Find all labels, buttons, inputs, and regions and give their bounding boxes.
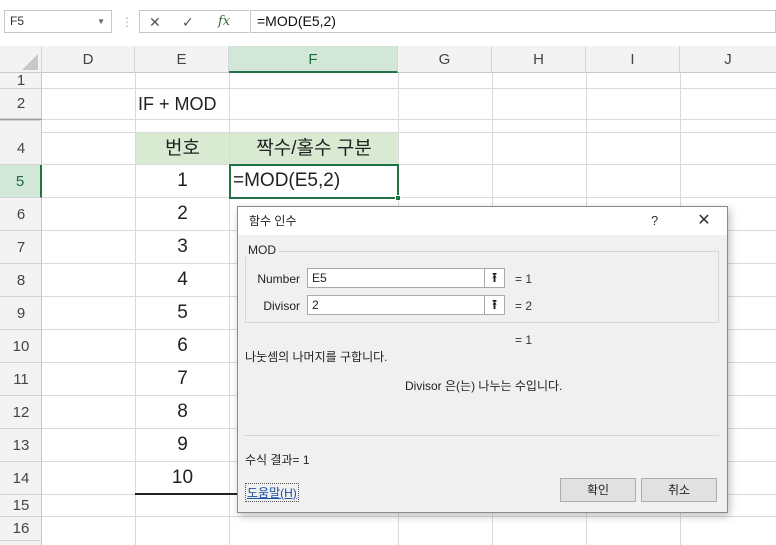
select-all-icon — [22, 54, 38, 70]
ok-button[interactable]: 확인 — [560, 478, 636, 502]
function-arguments-dialog: 함수 인수 ? ✕ MOD Number E5 ⭱ = 1 Divisor 2 … — [237, 206, 728, 513]
cell-e5[interactable]: 1 — [136, 165, 229, 197]
row-header-11[interactable]: 11 — [0, 363, 42, 396]
select-all-button[interactable] — [0, 46, 42, 73]
enter-icon[interactable]: ✓ — [182, 13, 194, 31]
number-label: Number — [257, 272, 300, 286]
collapse-dialog-icon[interactable]: ⭱ — [484, 268, 505, 288]
hidden-row-marker — [0, 119, 42, 121]
function-result-inline: = 1 — [515, 333, 533, 347]
row-header-1[interactable]: 1 — [0, 73, 42, 89]
dialog-title: 함수 인수 — [249, 214, 297, 228]
chevron-down-icon[interactable]: ▼ — [97, 11, 105, 32]
divisor-input[interactable]: 2 — [307, 295, 505, 315]
row-header-13[interactable]: 13 — [0, 429, 42, 462]
cancel-icon[interactable]: ✕ — [149, 13, 161, 31]
column-header-h[interactable]: H — [492, 46, 586, 73]
row-header-5[interactable]: 5 — [0, 165, 42, 198]
name-box[interactable]: F5 ▼ — [4, 10, 112, 33]
column-header-d[interactable]: D — [42, 46, 135, 73]
fill-handle[interactable] — [395, 195, 401, 201]
cell-f5-formula[interactable]: =MOD(E5,2) — [233, 165, 340, 197]
cell-e10[interactable]: 6 — [136, 330, 229, 362]
cell-e9[interactable]: 5 — [136, 297, 229, 329]
help-link[interactable]: 도움말(H) — [245, 483, 299, 502]
formula-input[interactable]: =MOD(E5,2) — [250, 10, 776, 33]
row-header-9[interactable]: 9 — [0, 297, 42, 330]
function-name-label: MOD — [245, 243, 279, 257]
cell-e11[interactable]: 7 — [136, 363, 229, 395]
cell-e14[interactable]: 10 — [136, 462, 229, 494]
formula-bar: F5 ▼ ⋮ ✕ ✓ fx =MOD(E5,2) — [0, 0, 776, 46]
column-header-i[interactable]: I — [586, 46, 680, 73]
dialog-titlebar[interactable]: 함수 인수 ? ✕ — [238, 207, 727, 235]
gridline — [42, 516, 776, 517]
cell-e4-header[interactable]: 번호 — [136, 133, 229, 164]
column-header-f[interactable]: F — [229, 46, 398, 73]
row-header-6[interactable]: 6 — [0, 198, 42, 231]
column-header-j[interactable]: J — [680, 46, 776, 73]
number-input[interactable]: E5 — [307, 268, 505, 288]
cell-e6[interactable]: 2 — [136, 198, 229, 230]
dialog-divider — [245, 435, 719, 436]
row-headers: 1 2 4 5 6 7 8 9 10 11 12 13 14 15 16 — [0, 73, 42, 545]
function-description: 나눗셈의 나머지를 구합니다. — [245, 350, 388, 364]
row-header-10[interactable]: 10 — [0, 330, 42, 363]
column-header-e[interactable]: E — [135, 46, 229, 73]
name-box-value: F5 — [10, 14, 25, 28]
row-header-4[interactable]: 4 — [0, 133, 42, 165]
cell-f4-header[interactable]: 짝수/홀수 구분 — [230, 133, 398, 164]
argument-description: Divisor 은(는) 나누는 수입니다. — [405, 379, 563, 393]
formula-buttons: ✕ ✓ fx — [139, 10, 249, 33]
cell-e13[interactable]: 9 — [136, 429, 229, 461]
help-icon[interactable]: ? — [651, 207, 658, 235]
divisor-label: Divisor — [263, 299, 300, 313]
row-header-14[interactable]: 14 — [0, 462, 42, 495]
row-header-16[interactable]: 16 — [0, 517, 42, 541]
formula-result: 수식 결과= 1 — [245, 453, 310, 467]
column-header-g[interactable]: G — [398, 46, 492, 73]
collapse-dialog-icon[interactable]: ⭱ — [484, 295, 505, 315]
column-headers: D E F G H I J — [0, 46, 776, 73]
row-header-12[interactable]: 12 — [0, 396, 42, 429]
cell-e8[interactable]: 4 — [136, 264, 229, 296]
number-result: = 1 — [515, 272, 533, 286]
cell-e7[interactable]: 3 — [136, 231, 229, 263]
divisor-result: = 2 — [515, 299, 533, 313]
cell-e2-title[interactable]: IF + MOD — [138, 89, 217, 119]
row-header-8[interactable]: 8 — [0, 264, 42, 297]
row-header-2[interactable]: 2 — [0, 89, 42, 119]
row-header-15[interactable]: 15 — [0, 495, 42, 517]
cell-e12[interactable]: 8 — [136, 396, 229, 428]
formula-bar-grip-icon: ⋮ — [121, 15, 133, 29]
insert-function-icon[interactable]: fx — [218, 13, 230, 31]
cancel-button[interactable]: 취소 — [641, 478, 717, 502]
row-header-7[interactable]: 7 — [0, 231, 42, 264]
close-icon[interactable]: ✕ — [693, 207, 715, 235]
gridline — [42, 119, 776, 120]
